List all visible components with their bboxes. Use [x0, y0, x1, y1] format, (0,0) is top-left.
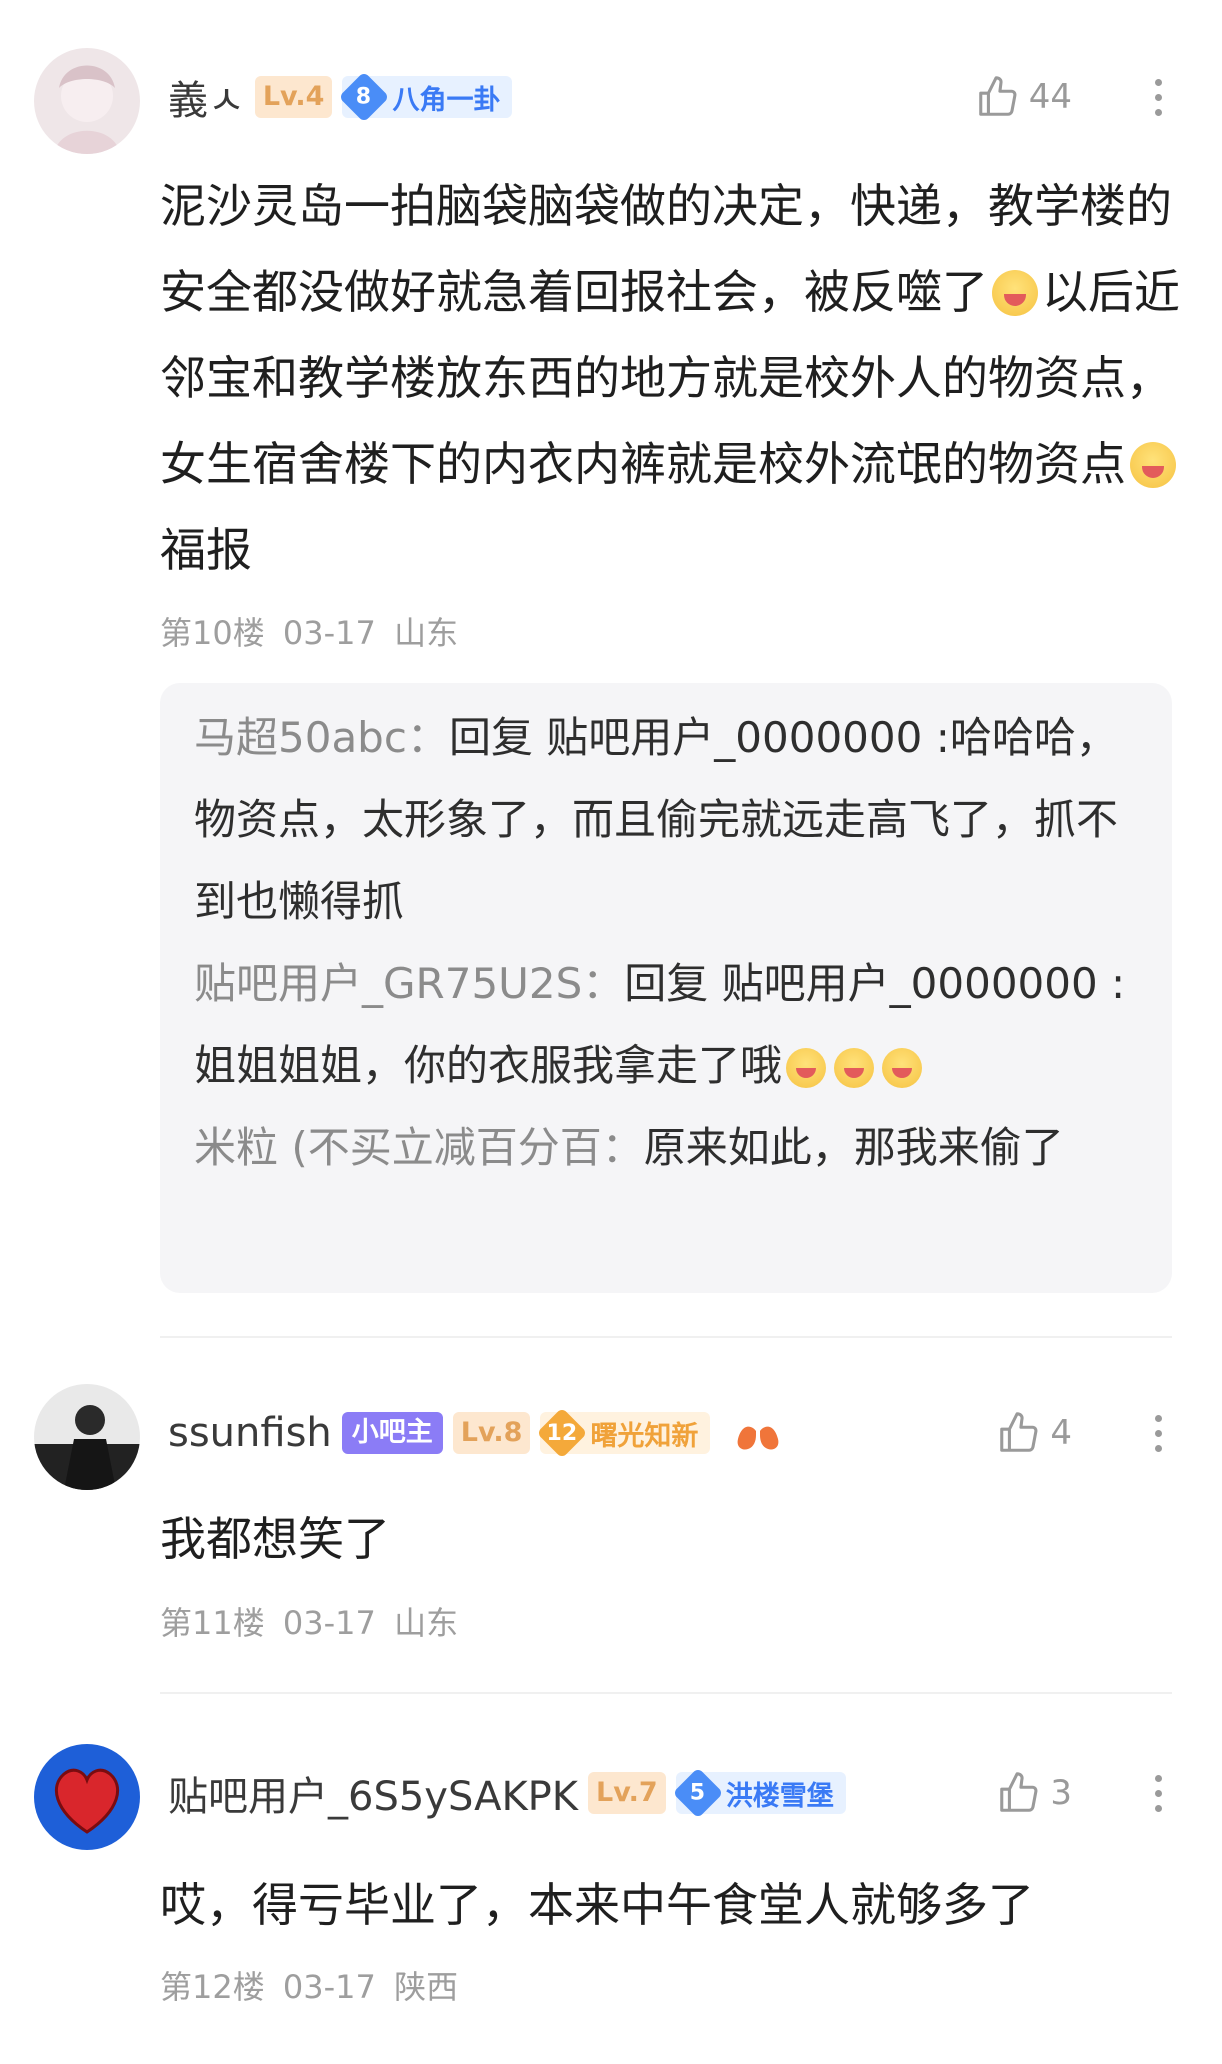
floor-number: 第12楼	[160, 1968, 265, 2006]
like-count: 4	[1050, 1413, 1072, 1453]
like-count: 3	[1050, 1773, 1072, 1813]
grin-emoji-icon	[1130, 442, 1176, 488]
post-location: 山东	[394, 1604, 459, 1642]
reply-item[interactable]: 贴吧用户_GR75U2S：回复 贴吧用户_0000000 :姐姐姐姐，你的衣服我…	[194, 943, 1140, 1107]
comment-meta: 第12楼 03-17 陕西	[160, 1962, 458, 2008]
title-badge: 12 曙光知新	[536, 1407, 711, 1459]
comment-meta: 第10楼 03-17 山东	[160, 608, 458, 654]
diamond-icon: 8	[339, 71, 390, 123]
lungs-icon	[738, 1417, 779, 1450]
floor-number: 第11楼	[160, 1604, 265, 1642]
username[interactable]: ssunfish	[168, 1410, 332, 1456]
more-icon[interactable]	[1152, 1768, 1164, 1818]
thumb-up-icon	[1000, 1772, 1038, 1812]
avatar[interactable]	[34, 48, 140, 154]
post-location: 陕西	[394, 1968, 459, 2006]
reply-author[interactable]: 贴吧用户_GR75U2S：	[194, 959, 624, 1008]
username[interactable]: 義ㅅ	[168, 68, 245, 126]
like-button[interactable]: 3	[996, 1768, 1072, 1818]
diamond-icon: 12	[536, 1407, 588, 1459]
divider	[160, 1336, 1172, 1338]
more-icon[interactable]	[1152, 72, 1164, 122]
floor-number: 第10楼	[160, 614, 265, 652]
reply-text: 原来如此，那我来偷了	[643, 1123, 1064, 1172]
avatar[interactable]	[34, 1744, 140, 1850]
level-badge: Lv.4	[254, 76, 333, 118]
reply-item[interactable]: 米粒 (不买立减百分百：原来如此，那我来偷了	[194, 1107, 1140, 1189]
hug-emoji-icon	[834, 1048, 875, 1088]
level-badge: Lv.7	[588, 1772, 666, 1814]
username[interactable]: 贴吧用户_6S5ySAKPK	[168, 1764, 578, 1822]
more-icon[interactable]	[1152, 1408, 1164, 1458]
grin-emoji-icon	[992, 270, 1038, 316]
title-badge-label: 洪楼雪堡	[725, 1780, 834, 1812]
hug-emoji-icon	[786, 1048, 827, 1088]
like-button[interactable]: 4	[996, 1408, 1072, 1458]
reply-author[interactable]: 马超50abc：	[194, 713, 449, 762]
thumb-up-icon	[978, 76, 1017, 116]
post-location: 山东	[394, 614, 459, 652]
post-date: 03-17	[282, 614, 376, 652]
comment-content: 我都想笑了	[160, 1512, 390, 1566]
comment-content: 泥沙灵岛一拍脑袋脑袋做的决定，快递，教学楼的安全都没做好就急着回报社会，被反噬了…	[160, 179, 1180, 577]
title-badge-label: 八角一卦	[392, 84, 501, 116]
like-count: 44	[1028, 77, 1072, 117]
title-badge-label: 曙光知新	[590, 1420, 699, 1452]
hug-emoji-icon	[882, 1048, 923, 1088]
moderator-badge: 小吧主	[341, 1412, 443, 1454]
title-badge: 8 八角一卦	[339, 71, 513, 123]
title-badge: 5 洪楼雪堡	[672, 1767, 846, 1819]
divider	[160, 1692, 1172, 1694]
comment-content: 哎，得亏毕业了，本来中午食堂人就够多了	[160, 1878, 1034, 1932]
post-date: 03-17	[282, 1968, 376, 2006]
reply-item[interactable]: 马超50abc：回复 贴吧用户_0000000 :哈哈哈，物资点，太形象了，而且…	[194, 697, 1140, 943]
avatar[interactable]	[34, 1384, 140, 1490]
level-badge: Lv.8	[452, 1412, 531, 1454]
like-button[interactable]: 44	[975, 72, 1072, 122]
thumb-up-icon	[1000, 1412, 1038, 1452]
diamond-icon: 5	[672, 1767, 724, 1819]
reply-box[interactable]: 马超50abc：回复 贴吧用户_0000000 :哈哈哈，物资点，太形象了，而且…	[160, 683, 1172, 1293]
reply-author[interactable]: 米粒 (不买立减百分百：	[194, 1123, 644, 1172]
comment-meta: 第11楼 03-17 山东	[160, 1598, 458, 1644]
post-date: 03-17	[282, 1604, 376, 1642]
